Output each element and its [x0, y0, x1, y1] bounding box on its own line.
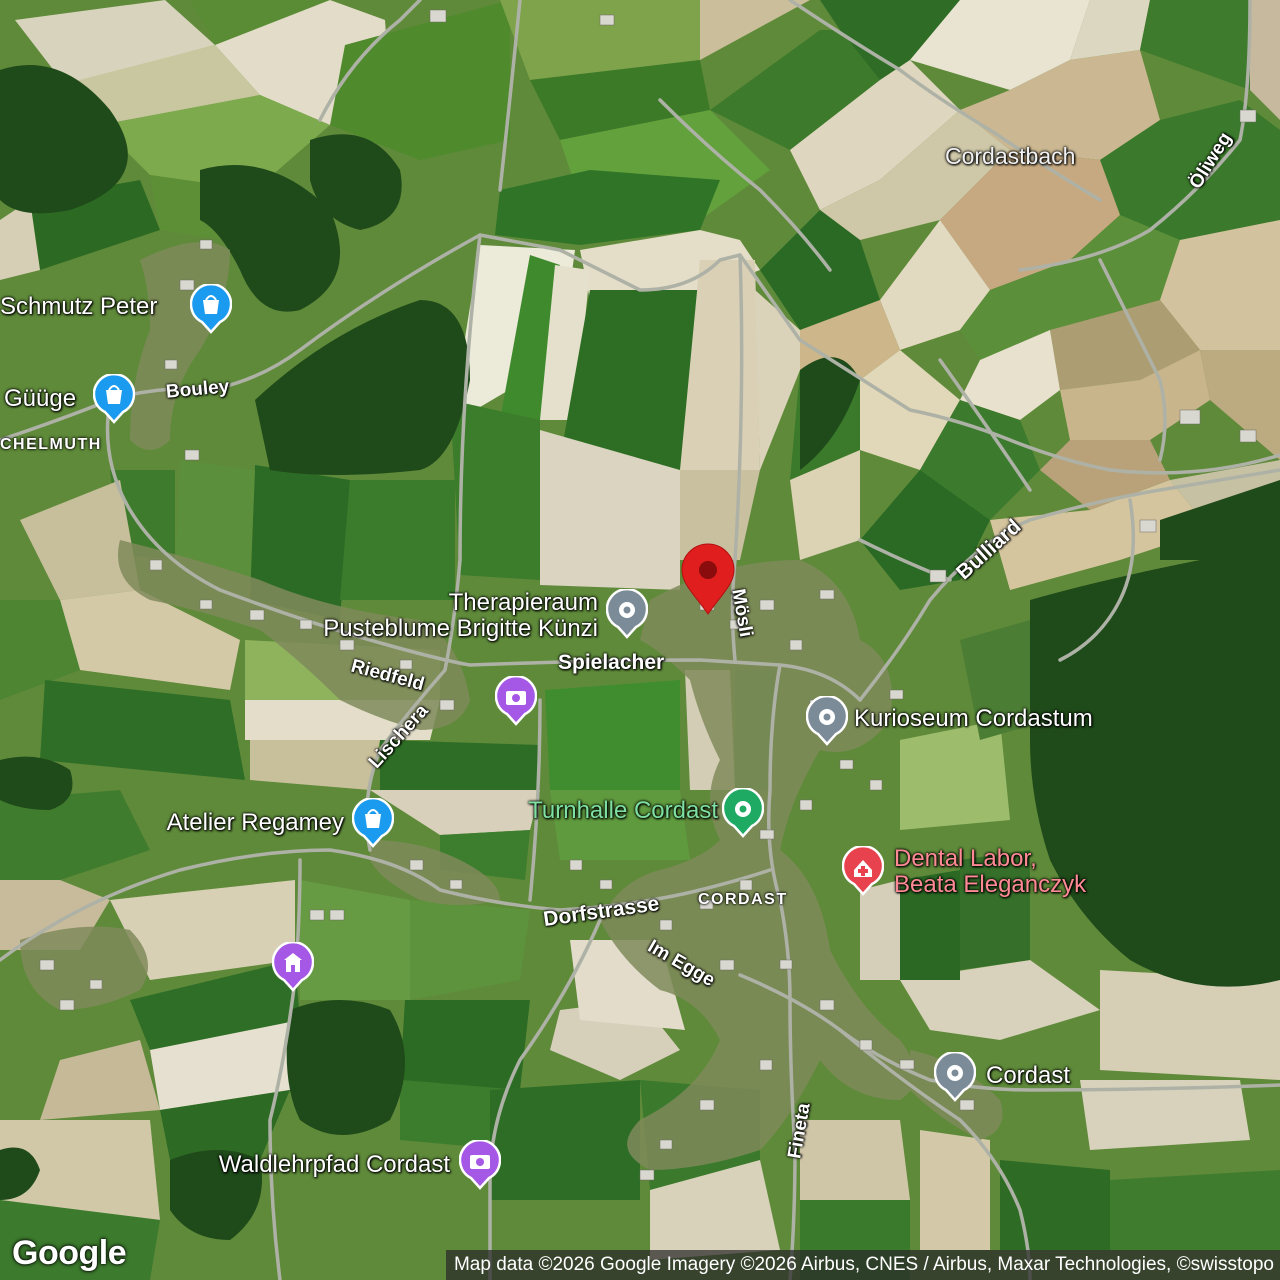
medical-cross-icon[interactable] — [842, 846, 884, 896]
poi-label-turnhalle[interactable]: Turnhalle Cordast — [494, 798, 718, 824]
google-logo: Google — [12, 1234, 127, 1272]
satellite-map[interactable] — [0, 0, 1280, 1280]
poi-label-therapieraum-line1[interactable]: Therapieraum — [424, 590, 598, 616]
water-label-cordastbach: Cordastbach — [945, 143, 1076, 169]
poi-label-guuge[interactable]: Güüge — [4, 386, 76, 412]
poi-label-schmutz-peter[interactable]: Schmutz Peter — [0, 294, 157, 320]
poi-label-dental-line1[interactable]: Dental Labor, — [894, 846, 1037, 872]
location-dot-icon[interactable] — [722, 788, 764, 838]
poi-label-dental-line2[interactable]: Beata Eleganczyk — [894, 872, 1086, 898]
shopping-bag-icon[interactable] — [190, 284, 232, 334]
shopping-bag-icon[interactable] — [352, 798, 394, 848]
shopping-bag-icon[interactable] — [93, 374, 135, 424]
area-label-helmuth: CHELMUTH — [0, 436, 102, 453]
map-attribution[interactable]: Map data ©2026 Google Imagery ©2026 Airb… — [445, 1250, 1280, 1280]
camera-icon[interactable] — [459, 1140, 501, 1190]
road-label-spielacher: Spielacher — [558, 651, 665, 674]
monument-icon[interactable] — [272, 942, 314, 992]
poi-label-kurioseum[interactable]: Kurioseum Cordastum — [854, 706, 1093, 732]
poi-label-waldlehrpfad[interactable]: Waldlehrpfad Cordast — [176, 1152, 450, 1178]
location-dot-icon[interactable] — [606, 589, 648, 639]
location-dot-icon[interactable] — [934, 1052, 976, 1102]
camera-icon[interactable] — [495, 676, 537, 726]
poi-label-therapieraum-line2[interactable]: Pusteblume Brigitte Künzi — [274, 616, 598, 642]
area-label-cordast: CORDAST — [698, 891, 788, 908]
poi-label-atelier-regamey[interactable]: Atelier Regamey — [138, 810, 344, 836]
poi-label-cordast[interactable]: Cordast — [986, 1063, 1070, 1089]
location-dot-icon[interactable] — [806, 696, 848, 746]
